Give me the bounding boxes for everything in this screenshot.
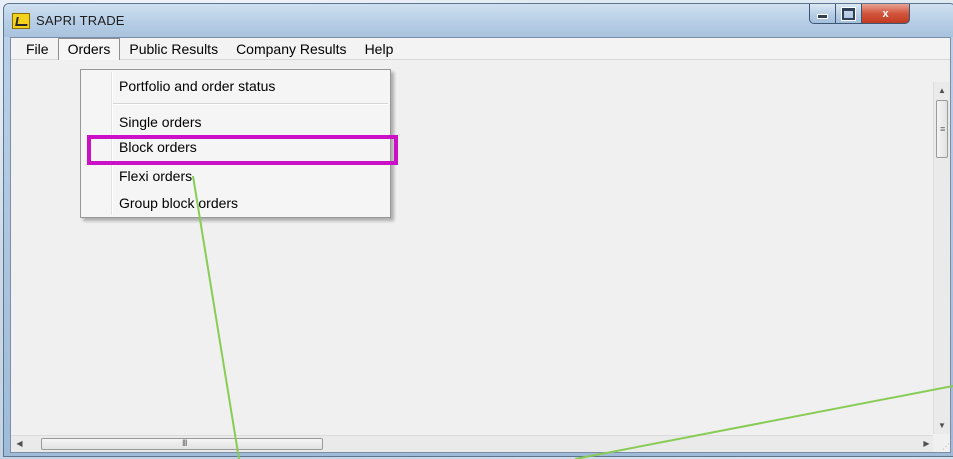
title-bar[interactable]: SAPRI TRADE x <box>4 4 953 37</box>
menu-item-portfolio-status[interactable]: Portfolio and order status <box>119 78 275 94</box>
scroll-left-icon[interactable]: ◀ <box>11 436 28 452</box>
vertical-scroll-thumb[interactable]: ≡ <box>936 100 948 158</box>
menu-help[interactable]: Help <box>356 38 403 60</box>
menu-separator <box>113 103 388 105</box>
scroll-up-icon[interactable]: ▲ <box>934 82 950 99</box>
maximize-button[interactable] <box>836 4 862 24</box>
close-icon: x <box>882 7 889 20</box>
window-controls: x <box>809 4 910 26</box>
menu-company-results[interactable]: Company Results <box>227 38 356 60</box>
app-icon <box>12 13 30 29</box>
close-button[interactable]: x <box>862 4 910 24</box>
menu-orders[interactable]: Orders <box>57 38 121 60</box>
menu-public-results[interactable]: Public Results <box>120 38 227 60</box>
block-orders-highlight <box>87 135 398 165</box>
horizontal-scroll-thumb[interactable]: III <box>41 438 323 450</box>
window-title: SAPRI TRADE <box>36 13 125 28</box>
menu-bar: File Orders Public Results Company Resul… <box>11 38 950 60</box>
menu-file[interactable]: File <box>17 38 58 60</box>
size-grip-icon[interactable]: ⋰ <box>933 435 950 452</box>
menu-item-flexi-orders[interactable]: Flexi orders <box>119 168 192 184</box>
scroll-down-icon[interactable]: ▼ <box>934 417 950 434</box>
minimize-button[interactable] <box>809 4 836 24</box>
maximize-icon <box>841 6 856 21</box>
vertical-grip-icon: ≡ <box>940 124 946 134</box>
minimize-icon <box>817 14 828 19</box>
menu-item-group-block-orders[interactable]: Group block orders <box>119 195 238 211</box>
horizontal-scrollbar[interactable]: ◀ III ▶ <box>11 435 935 452</box>
menu-item-single-orders[interactable]: Single orders <box>119 114 202 130</box>
horizontal-grip-icon: III <box>182 438 187 448</box>
vertical-scrollbar[interactable]: ▲ ≡ ▼ <box>933 82 950 434</box>
